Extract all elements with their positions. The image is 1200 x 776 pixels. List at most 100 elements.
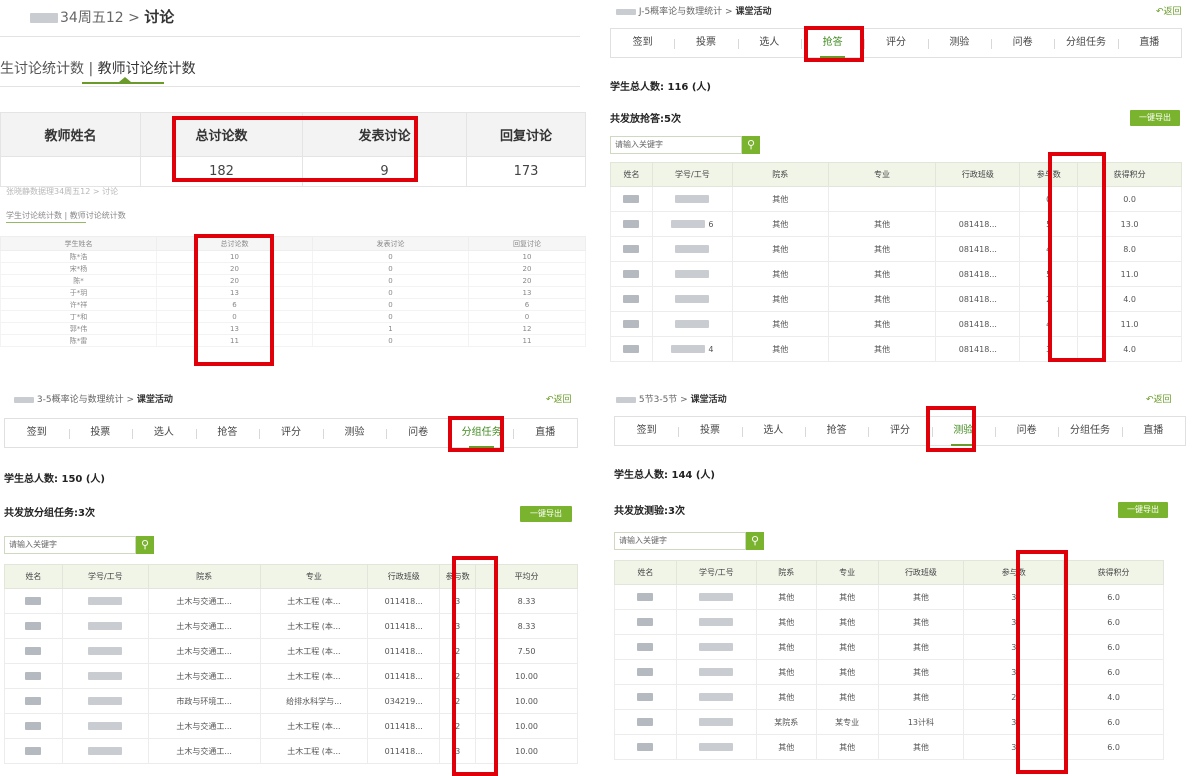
tab-activity-8[interactable]: 直播 <box>1118 29 1181 57</box>
export-button[interactable]: 一键导出 <box>1118 502 1168 518</box>
release-count: 共发放分组任务:3次 <box>4 508 95 519</box>
tab-activity-0[interactable]: 签到 <box>615 417 678 445</box>
table-row: 土木与交通工... 土木工程 (本... 011418... 2 7.50 <box>4 638 578 664</box>
table-cell: 其他 <box>877 734 965 760</box>
table-cell: 1 <box>312 322 469 335</box>
table-cell: 其他 <box>827 311 937 337</box>
table-cell <box>4 613 63 639</box>
tab-activity-1[interactable]: 投票 <box>678 417 741 445</box>
col-header-3: 专业 <box>827 162 937 187</box>
search-button[interactable]: ⚲ <box>742 136 760 154</box>
tab-activity-6[interactable]: 问卷 <box>995 417 1058 445</box>
table-row: 宋*杨 20 0 20 <box>0 262 586 275</box>
back-link[interactable]: ↶返回 <box>1156 4 1182 17</box>
table-cell: 10.00 <box>475 738 578 764</box>
tab-activity-1[interactable]: 投票 <box>674 29 737 57</box>
col-posted-discussions: 发表讨论 <box>302 112 467 157</box>
back-arrow-icon: ↶ <box>1146 395 1154 405</box>
table-cell: 0 <box>312 286 469 299</box>
tab-activity-2[interactable]: 选人 <box>742 417 805 445</box>
blurred-name <box>637 618 654 626</box>
table-cell <box>675 684 757 710</box>
breadcrumb-current: 课堂活动 <box>136 395 173 405</box>
search-button[interactable]: ⚲ <box>746 532 764 550</box>
blurred-name <box>637 668 654 676</box>
blurred-student-id <box>675 245 710 253</box>
tab-teacher-stats[interactable]: 教师讨论统计数 <box>98 61 196 77</box>
table-row: 土木与交通工... 土木工程 (本... 011418... 2 10.00 <box>4 663 578 689</box>
table-cell: 6.0 <box>1063 584 1164 610</box>
col-header-0: 姓名 <box>4 564 63 589</box>
nav-separator <box>1058 427 1060 437</box>
tab-activity-6[interactable]: 问卷 <box>991 29 1054 57</box>
overlay-tab-teacher[interactable]: 教师讨论统计数 <box>70 211 126 220</box>
table-cell: 081418... <box>935 286 1021 312</box>
table-cell: 081418... <box>935 211 1021 237</box>
back-link[interactable]: ↶返回 <box>1146 392 1172 405</box>
table-header-row: 教师姓名 总讨论数 发表讨论 回复讨论 <box>0 112 586 157</box>
table-cell: 其他 <box>815 634 879 660</box>
tab-activity-0[interactable]: 签到 <box>5 419 69 447</box>
col-header-2: 院系 <box>731 162 829 187</box>
breadcrumb-current: 课堂活动 <box>735 7 772 17</box>
search-button[interactable]: ⚲ <box>136 536 154 554</box>
tab-activity-0[interactable]: 签到 <box>611 29 674 57</box>
back-link[interactable]: ↶返回 <box>546 392 572 405</box>
tab-activity-7[interactable]: 分组任务 <box>1054 29 1117 57</box>
tab-activity-3[interactable]: 抢答 <box>805 417 868 445</box>
tab-activity-4[interactable]: 评分 <box>868 417 931 445</box>
search-input[interactable]: 请输入关键字 <box>4 536 136 554</box>
table-cell <box>610 186 653 212</box>
table-row: 6 其他 其他 081418... 5 13.0 <box>610 211 1182 237</box>
search-input[interactable]: 请输入关键字 <box>610 136 742 154</box>
export-button[interactable]: 一键导出 <box>520 506 572 522</box>
tab-activity-3[interactable]: 抢答 <box>196 419 260 447</box>
blurred-name <box>623 245 640 253</box>
tab-activity-8[interactable]: 直播 <box>1122 417 1185 445</box>
table-cell: 土木与交通工... <box>147 613 261 639</box>
tab-activity-1[interactable]: 投票 <box>69 419 133 447</box>
breadcrumb-course[interactable]: 5节3-5节 <box>639 395 677 405</box>
table-cell: 土木工程 (本... <box>259 588 369 614</box>
table-cell: 011418... <box>367 588 441 614</box>
table-cell <box>610 261 653 287</box>
overlay-tab-student[interactable]: 学生讨论统计数 <box>6 211 62 220</box>
table-cell <box>610 236 653 262</box>
search-input[interactable]: 请输入关键字 <box>614 532 746 550</box>
table-cell: 土木与交通工... <box>147 713 261 739</box>
table-cell: 081418... <box>935 311 1021 337</box>
blurred-student-id <box>88 697 123 705</box>
col-header-6: 平均分 <box>475 564 578 589</box>
export-button[interactable]: 一键导出 <box>1130 110 1180 126</box>
tab-activity-4[interactable]: 评分 <box>259 419 323 447</box>
back-label: 返回 <box>1163 7 1182 17</box>
tab-activity-6[interactable]: 问卷 <box>386 419 450 447</box>
nav-separator <box>931 427 933 437</box>
tab-activity-7[interactable]: 分组任务 <box>1058 417 1121 445</box>
tab-activity-5[interactable]: 测验 <box>323 419 387 447</box>
table-cell: 13 <box>156 322 313 335</box>
table-cell: 土木工程 (本... <box>259 613 369 639</box>
tab-activity-4[interactable]: 评分 <box>864 29 927 57</box>
nav-separator <box>991 39 992 49</box>
breadcrumb-course[interactable]: 34周五12 > <box>60 10 144 26</box>
breadcrumb-course[interactable]: J-5概率论与数理统计 <box>639 7 722 17</box>
tab-activity-3[interactable]: 抢答 <box>801 29 864 57</box>
table-cell <box>651 236 733 262</box>
nav-separator <box>868 427 870 437</box>
release-count: 共发放抢答:5次 <box>610 114 681 125</box>
tab-activity-5[interactable]: 测验 <box>928 29 991 57</box>
table-cell <box>610 286 653 312</box>
blurred-name <box>25 597 42 605</box>
table-cell: 给排水科学与... <box>259 688 369 714</box>
tab-activity-7[interactable]: 分组任务 <box>450 419 514 447</box>
tab-activity-8[interactable]: 直播 <box>513 419 577 447</box>
blurred-name <box>623 295 640 303</box>
col-reply-discussions: 回复讨论 <box>468 236 586 251</box>
table-cell: 某专业 <box>815 709 879 735</box>
breadcrumb-course[interactable]: 3-5概率论与数理统计 <box>37 395 124 405</box>
tab-student-stats[interactable]: 生讨论统计数 <box>0 61 84 77</box>
tab-activity-5[interactable]: 测验 <box>932 417 995 445</box>
tab-activity-2[interactable]: 选人 <box>738 29 801 57</box>
tab-activity-2[interactable]: 选人 <box>132 419 196 447</box>
